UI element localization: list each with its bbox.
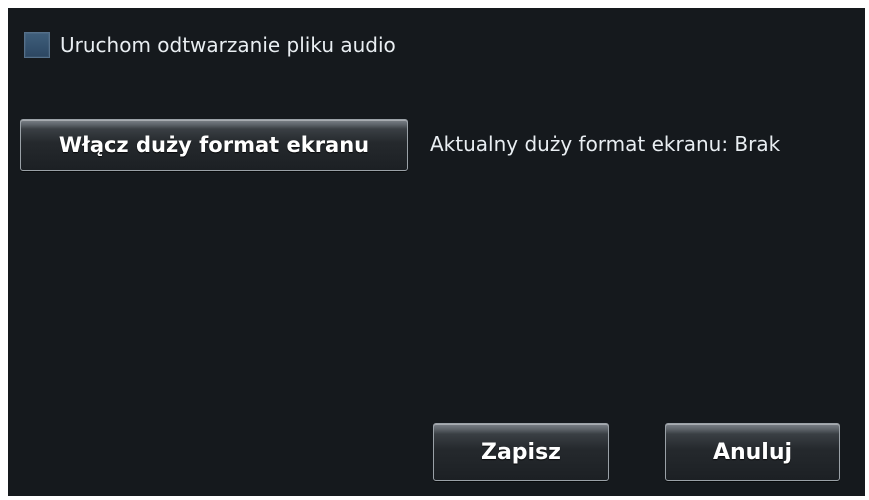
big-screen-status-text: Aktualny duży format ekranu: Brak — [430, 132, 781, 156]
enable-big-screen-button[interactable]: Włącz duży format ekranu — [20, 119, 408, 171]
save-button[interactable]: Zapisz — [433, 423, 609, 481]
audio-playback-label[interactable]: Uruchom odtwarzanie pliku audio — [60, 33, 396, 57]
audio-playback-checkbox[interactable] — [24, 32, 50, 58]
cancel-button-label: Anuluj — [712, 439, 793, 465]
settings-panel: Uruchom odtwarzanie pliku audio Włącz du… — [8, 8, 865, 496]
audio-playback-option: Uruchom odtwarzanie pliku audio — [24, 32, 396, 58]
enable-big-screen-button-label: Włącz duży format ekranu — [58, 133, 370, 157]
save-button-label: Zapisz — [481, 439, 561, 465]
cancel-button[interactable]: Anuluj — [665, 423, 840, 481]
